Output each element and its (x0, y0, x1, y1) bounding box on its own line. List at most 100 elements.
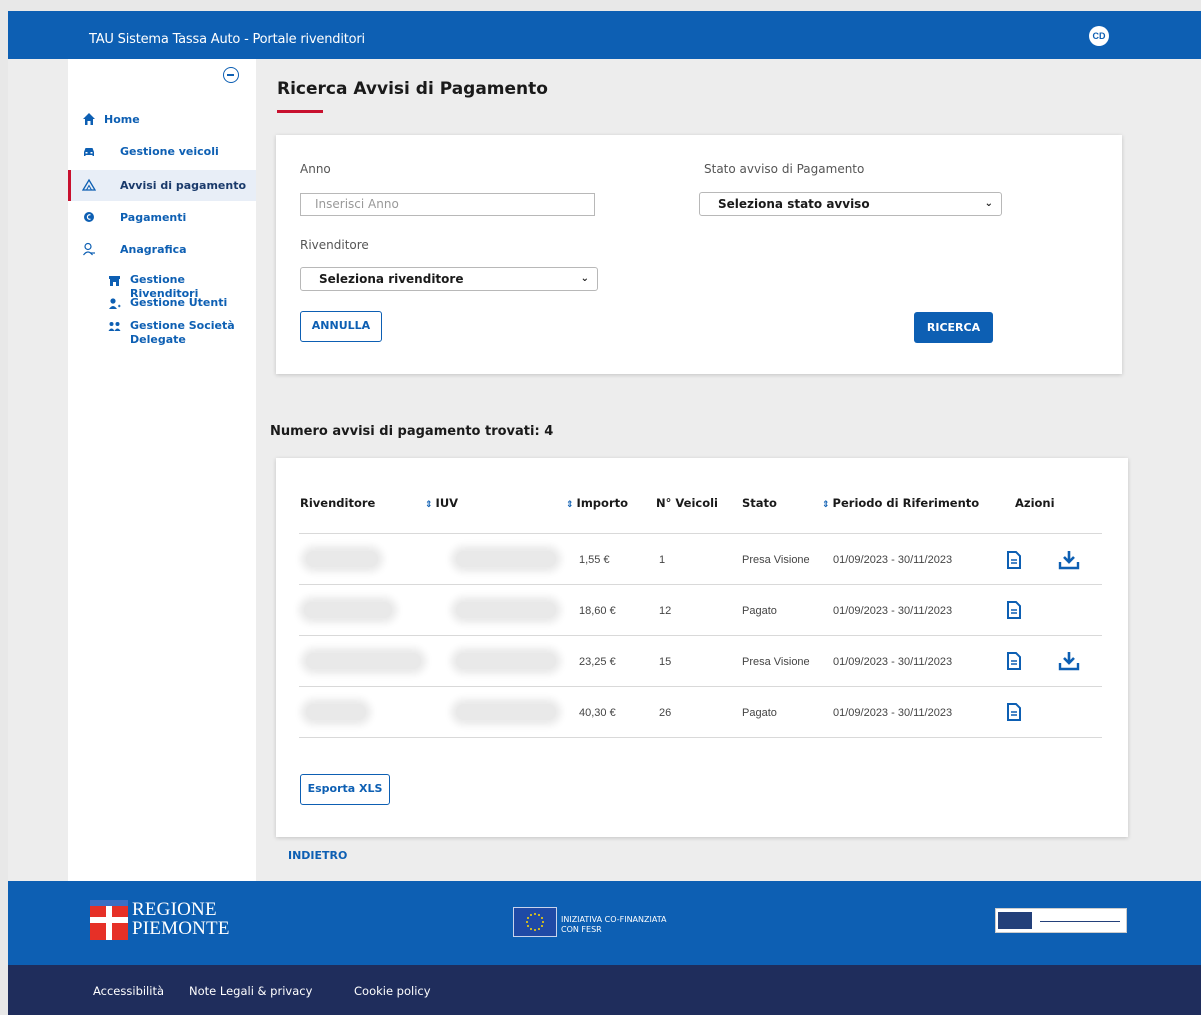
regione-piemonte-emblem-icon (90, 900, 128, 940)
cell-stato: Presa Visione (742, 554, 810, 566)
title-underline (277, 110, 323, 113)
column-header-azioni: Azioni (1015, 496, 1055, 510)
row-divider (299, 584, 1102, 585)
redacted-iuv (456, 704, 556, 720)
redacted-rivenditore (306, 653, 421, 669)
sidebar-item-label: Gestione veicoli (120, 145, 219, 158)
cell-importo: 1,55 € (579, 554, 610, 566)
partner-logo (995, 908, 1127, 933)
column-header-periodo[interactable]: ⇕ Periodo di Riferimento (822, 496, 979, 510)
redacted-rivenditore (306, 704, 366, 720)
row-divider (299, 686, 1102, 687)
column-header-rivenditore: Rivenditore (300, 496, 376, 510)
stato-select-value: Seleziona stato avviso (718, 197, 870, 211)
footer-link-note-legali[interactable]: Note Legali & privacy (189, 984, 312, 998)
sidebar-item-label: Home (104, 113, 140, 126)
filter-panel: Anno Inserisci Anno Stato avviso di Paga… (276, 135, 1122, 374)
sidebar-item-gestione-veicoli[interactable]: Gestione veicoli (68, 136, 256, 167)
download-icon[interactable] (1058, 550, 1080, 570)
ricerca-button[interactable]: RICERCA (914, 312, 993, 343)
app-title: TAU Sistema Tassa Auto - Portale rivendi… (89, 32, 365, 47)
redacted-rivenditore (306, 551, 378, 567)
redacted-iuv (456, 653, 556, 669)
sidebar-item-pagamenti[interactable]: Pagamenti (68, 202, 256, 233)
chevron-down-icon: ⌄ (984, 198, 993, 209)
warning-icon (82, 178, 96, 191)
download-icon[interactable] (1058, 651, 1080, 671)
row-divider (299, 635, 1102, 636)
document-icon[interactable] (1006, 652, 1022, 670)
regione-logo-text: REGIONE PIEMONTE (132, 899, 230, 939)
results-table: Rivenditore ⇕ IUV ⇕ Importo N° Veicoli Sta… (276, 458, 1128, 837)
sidebar-item-label: Gestione Società Delegate (130, 319, 235, 346)
eu-cofinancing-text: INIZIATIVA CO-FINANZIATA CON FESR (561, 915, 667, 934)
euro-icon (84, 212, 94, 222)
column-header-iuv[interactable]: ⇕ IUV (425, 496, 458, 510)
annulla-button[interactable]: ANNULLA (300, 311, 382, 342)
stato-select[interactable]: Seleziona stato avviso ⌄ (699, 192, 1002, 216)
rivenditore-select-value: Seleziona rivenditore (319, 272, 464, 286)
footer-bottom-bar: Accessibilità Note Legali & privacy Cook… (8, 965, 1201, 1015)
user-avatar[interactable]: CD (1089, 26, 1109, 46)
rivenditore-label: Rivenditore (300, 238, 369, 252)
sidebar-item-home[interactable]: Home (68, 104, 256, 135)
row-divider (299, 737, 1102, 738)
cell-importo: 23,25 € (579, 656, 616, 668)
home-icon (83, 113, 95, 125)
cell-stato: Pagato (742, 605, 777, 617)
partner-logo-mark (998, 912, 1032, 929)
sort-icon: ⇕ (822, 500, 830, 510)
redacted-iuv (456, 602, 556, 618)
column-header-stato: Stato (742, 496, 777, 510)
eu-flag-icon (513, 907, 557, 937)
document-icon[interactable] (1006, 551, 1022, 569)
cell-periodo: 01/09/2023 - 30/11/2023 (833, 554, 953, 566)
cell-veicoli: 15 (659, 656, 672, 668)
footer-link-accessibilita[interactable]: Accessibilità (93, 984, 164, 998)
top-header: TAU Sistema Tassa Auto - Portale rivendi… (8, 11, 1201, 59)
cell-veicoli: 1 (659, 554, 666, 566)
export-xls-button[interactable]: Esporta XLS (300, 774, 390, 805)
cell-veicoli: 26 (659, 707, 672, 719)
cell-periodo: 01/09/2023 - 30/11/2023 (833, 707, 953, 719)
company-icon (108, 322, 121, 331)
sort-icon: ⇕ (425, 500, 433, 510)
sidebar-item-label: Anagrafica (120, 243, 187, 256)
collapse-sidebar-icon[interactable] (223, 67, 239, 83)
redacted-rivenditore (304, 602, 392, 618)
cell-periodo: 01/09/2023 - 30/11/2023 (833, 656, 953, 668)
sidebar: Home Gestione veicoli Avvisi di pagament… (68, 59, 256, 881)
cell-periodo: 01/09/2023 - 30/11/2023 (833, 605, 953, 617)
sort-icon: ⇕ (566, 500, 574, 510)
cell-stato: Pagato (742, 707, 777, 719)
regione-piemonte-logo[interactable]: REGIONE PIEMONTE (90, 898, 230, 942)
back-link[interactable]: INDIETRO (288, 849, 347, 862)
document-icon[interactable] (1006, 601, 1022, 619)
anno-input[interactable]: Inserisci Anno (300, 193, 595, 216)
column-header-veicoli: N° Veicoli (656, 496, 718, 510)
stato-label: Stato avviso di Pagamento (704, 162, 865, 176)
document-icon[interactable] (1006, 703, 1022, 721)
column-header-importo[interactable]: ⇕ Importo (566, 496, 628, 510)
car-icon (84, 148, 94, 156)
user-icon (83, 242, 95, 256)
footer-link-cookie-policy[interactable]: Cookie policy (354, 984, 431, 998)
rivenditore-select[interactable]: Seleziona rivenditore ⌄ (300, 267, 598, 291)
redacted-iuv (456, 551, 556, 567)
footer: REGIONE PIEMONTE INIZIATIVA CO-FINANZIAT… (8, 881, 1201, 965)
cell-stato: Presa Visione (742, 656, 810, 668)
cell-importo: 18,60 € (579, 605, 616, 617)
shop-icon (109, 276, 120, 286)
row-divider (299, 533, 1102, 534)
sidebar-item-anagrafica[interactable]: Anagrafica (68, 234, 256, 265)
cell-importo: 40,30 € (579, 707, 616, 719)
partner-logo-line (1040, 921, 1120, 922)
page-frame: TAU Sistema Tassa Auto - Portale rivendi… (8, 11, 1201, 1015)
cell-veicoli: 12 (659, 605, 672, 617)
results-count: Numero avvisi di pagamento trovati: 4 (270, 424, 554, 439)
chevron-down-icon: ⌄ (580, 273, 589, 284)
anno-label: Anno (300, 162, 331, 176)
sidebar-item-avvisi-di-pagamento[interactable]: Avvisi di pagamento (68, 170, 256, 201)
sidebar-item-label: Pagamenti (120, 211, 187, 224)
page-title: Ricerca Avvisi di Pagamento (277, 79, 548, 99)
